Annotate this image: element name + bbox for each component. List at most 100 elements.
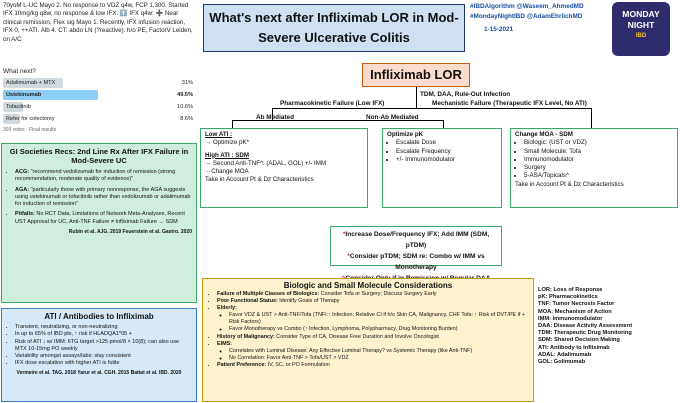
- ati-citation: Vermeire et al. TAG. 2018 Yarur et al. C…: [16, 369, 182, 376]
- gi-list: ACG: "recommend vedolizumab for inductio…: [6, 169, 192, 226]
- connector-line: [232, 120, 234, 128]
- gi-pitfalls: Pitfalls: No RCT Data, Limitations of Ne…: [15, 211, 192, 226]
- eims-sublist: Correlates with Luminal Disease: Any Eff…: [217, 348, 527, 362]
- footnotes-box: *Increase Dose/Frequency IFX; Add IMM (S…: [330, 226, 502, 282]
- bio-item-label: EIMS:: [217, 340, 232, 347]
- poll-option[interactable]: Refer for colectomy 8.6%: [3, 114, 195, 125]
- list-item: Elderly: Favor VDZ & UST > Anti-TNF/Tofa…: [217, 305, 527, 333]
- bio-item-text: Consider Tofa or Surgery; Discuss Surger…: [319, 291, 437, 297]
- change-moa-title: Change MOA - SDM: [515, 131, 573, 138]
- poll-option-percent: 31%: [181, 80, 193, 87]
- poll-option-label: Refer for colectomy: [6, 116, 55, 123]
- date: 1-15-2021: [484, 26, 514, 34]
- abbreviation: IMM: Immunomodulator: [538, 315, 603, 322]
- connector-line: [591, 108, 593, 128]
- list-item: Immunomodulator: [524, 156, 673, 164]
- mech-failure-label: Mechanistic Failure (Therapeutic IFX Lev…: [432, 100, 587, 107]
- poll-option-label: Ustekinumab: [6, 92, 42, 99]
- bio-item-text: Consider Type of CA, Disease Free Durati…: [274, 333, 439, 340]
- abbreviation: MOA: Mechanism of Action: [538, 308, 612, 315]
- abbreviation: pK: Pharmacokinetics: [538, 294, 598, 301]
- list-item: Correlates with Luminal Disease: Any Eff…: [229, 348, 527, 355]
- poll-option-percent: 8.6%: [180, 116, 193, 123]
- list-item: Failure of Multiple Classes of Biologics…: [217, 291, 527, 298]
- list-item: Surgery: [524, 164, 673, 172]
- logo-line-2: NIGHT: [627, 20, 655, 30]
- high-ati-line: Take in Account Pt & Dz Characteristics: [205, 176, 314, 184]
- high-ati-title: High ATI : SDM: [205, 151, 249, 159]
- tweet-text: 70yoM L-UC Mayo 2. No response to VDZ q4…: [3, 2, 193, 43]
- poll-option-selected[interactable]: Ustekinumab 49.5%: [3, 90, 195, 101]
- ab-mediated-label: Ab Mediated: [256, 114, 294, 121]
- acg-text: "recommend vedolizumab for induction of …: [15, 169, 176, 183]
- gi-aga: AGA: "particularly those with primary no…: [15, 187, 192, 209]
- poll-option-label: Tofacitinib: [6, 104, 31, 111]
- logo-line-1: MONDAY: [622, 9, 660, 19]
- poll-option[interactable]: Adalimumab + MTX 31%: [3, 78, 195, 89]
- list-item: Escalate Dose: [396, 139, 497, 147]
- bio-item-label: Poor Functional Status:: [217, 298, 278, 305]
- ati-list: Transient, neutralizing, or non-neutrali…: [6, 324, 192, 368]
- list-item: Biologic: (UST or VDZ): [524, 139, 673, 147]
- abbreviation: TNF: Tumor Necrosis Factor: [538, 301, 615, 308]
- high-ati-line: → Second Anti-TNF^: (ADAL, GOL) +/- IMM: [205, 159, 327, 167]
- poll-option[interactable]: Tofacitinib 10.6%: [3, 102, 195, 113]
- abbreviation: ADAL: Adalimumab: [538, 351, 592, 358]
- elderly-sublist: Favor VDZ & UST > Anti-TNF/Tofa (TNFi:↑ …: [217, 312, 527, 333]
- ab-mediated-box: Low ATI : → Optimize pK* High ATI : SDM …: [200, 128, 368, 208]
- abbreviation: ATI: Antibody to Infliximab: [538, 344, 610, 351]
- list-item: Variability amongst assays/labs: stay co…: [15, 353, 192, 360]
- mechanistic-failure-box: Change MOA - SDM Biologic: (UST or VDZ) …: [510, 128, 678, 208]
- poll-question: What next?: [3, 68, 36, 75]
- aga-text: "particularly those with primary nonresp…: [15, 186, 191, 208]
- abbreviations: LOR: Loss of Response pK: Pharmacokineti…: [538, 287, 678, 366]
- bio-item-label: Patient Preference:: [217, 361, 267, 368]
- abbreviation: SDM: Shared Decision Making: [538, 337, 620, 344]
- connector-line: [272, 108, 592, 110]
- list-item: Transient, neutralizing, or non-neutrali…: [15, 324, 192, 331]
- hashtag-line-1[interactable]: #IBDAlgorithm @Waseem_AhmedMD: [470, 2, 608, 12]
- list-item: Risk of ATI ↓ w/ IMM: 6TG target >125 pm…: [15, 339, 192, 354]
- pitfalls-label: Pitfalls:: [15, 211, 35, 218]
- gi-acg: ACG: "recommend vedolizumab for inductio…: [15, 169, 192, 184]
- bio-item-text: Identify Goals of Therapy: [277, 298, 340, 305]
- bio-item-label: History of Malignancy:: [217, 333, 275, 340]
- abbreviation: DAA: Disease Activity Assessment: [538, 323, 633, 330]
- bio-item-label: Failure of Multiple Classes of Biologics…: [217, 291, 320, 297]
- poll-option-percent: 10.6%: [177, 104, 193, 111]
- pk-failure-label: Pharmacokinetic Failure (Low IFX): [280, 100, 385, 107]
- non-ab-mediated-box: Optimize pK Escalate Dose Escalate Frequ…: [382, 128, 502, 208]
- abbreviation: TDM: Therapeutic Drug Monitoring: [538, 330, 632, 337]
- list-item: Escalate Frequency: [396, 148, 497, 156]
- list-item: EIMS: Correlates with Luminal Disease: A…: [217, 341, 527, 362]
- handles: #IBDAlgorithm @Waseem_AhmedMD #MondayNig…: [470, 2, 608, 36]
- workup-label: TDM, DAA, Rule-Out Infection: [420, 91, 511, 98]
- low-ati-line: → Optimize pK*: [205, 139, 250, 147]
- abbreviation: GOL: Golimumab: [538, 359, 586, 366]
- bio-list: Failure of Multiple Classes of Biologics…: [209, 291, 527, 369]
- hashtag-line-2[interactable]: #MondayNightIBD @AdamEhrlichMD: [470, 12, 608, 22]
- footnote: *Increase Dose/Frequency IFX; Add IMM (S…: [335, 229, 497, 251]
- footnote-text: Increase Dose/Frequency IFX; Add IMM (SD…: [345, 231, 490, 249]
- high-ati-line: →Change MOA: [205, 168, 249, 176]
- ati-heading: ATI / Antibodies to Infliximab: [44, 312, 154, 321]
- list-item: Favor VDZ & UST > Anti-TNF/Tofa (TNFi:↑ …: [229, 312, 527, 326]
- list-item: No Correlation: Favor Anti-TNF > Tofa/US…: [229, 355, 527, 362]
- list-item: Poor Functional Status: Identify Goals o…: [217, 298, 527, 305]
- gi-heading: GI Societies Recs: 2nd Line Rx After IFX…: [9, 147, 189, 165]
- list-item: IFX dose escalation with higher ATI is f…: [15, 360, 192, 367]
- list-item: 5-ASA/Topicals^: [524, 172, 673, 180]
- monday-night-ibd-logo: MONDAY NIGHT IBD: [612, 2, 670, 56]
- footnote: *Consider pTDM; SDM re: Combo w/ IMM vs …: [335, 251, 497, 273]
- bio-item-text: IV, SC, or PO Formulation: [266, 361, 330, 368]
- list-item: Small Molecule: Tofa: [524, 148, 673, 156]
- optimize-pk-title: Optimize pK: [387, 131, 424, 138]
- non-ab-mediated-label: Non-Ab Mediated: [366, 114, 419, 121]
- connector-line: [416, 87, 418, 109]
- list-item: Favor Monotherapy vs Combo (↑ Infection,…: [229, 326, 527, 333]
- bio-item-label: Elderly:: [217, 305, 237, 312]
- biologic-considerations-box: Biologic and Small Molecule Consideratio…: [202, 278, 534, 402]
- list-item: +/- Immunomodulator: [396, 156, 497, 164]
- footnote-text: Consider pTDM; SDM re: Combo w/ IMM vs M…: [349, 253, 485, 271]
- pitfalls-text: No RCT Data, Limitations of Network Meta…: [15, 211, 185, 225]
